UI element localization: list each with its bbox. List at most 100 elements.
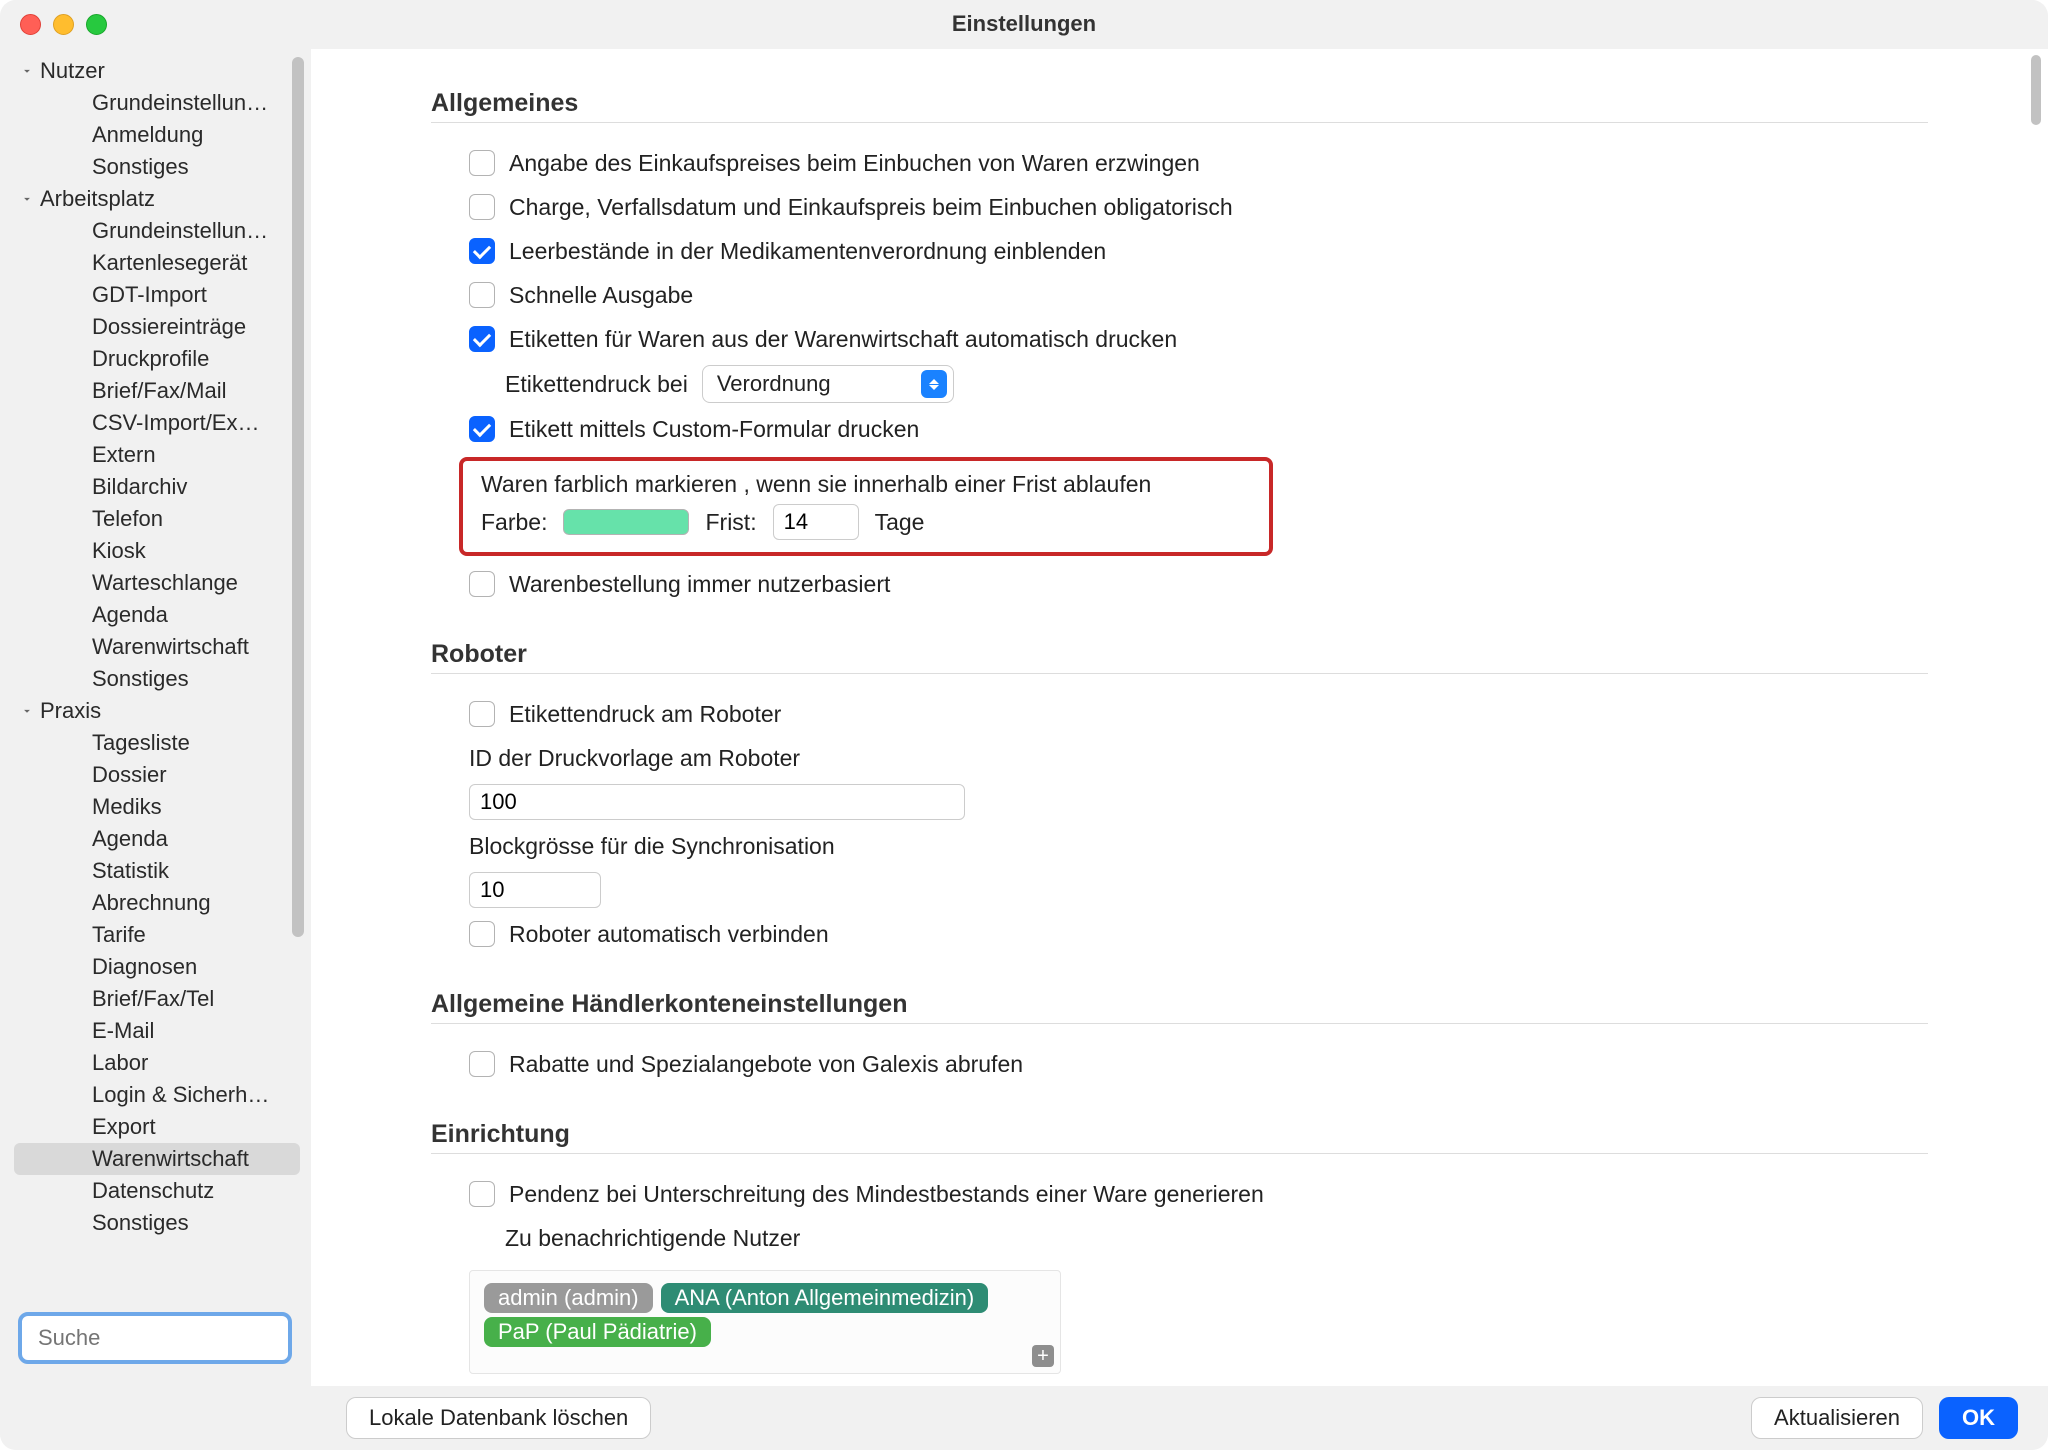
sidebar-item[interactable]: Mediks xyxy=(14,791,300,823)
titlebar: Einstellungen xyxy=(0,0,2048,49)
sidebar-scrollbar[interactable] xyxy=(286,49,310,1386)
section-title: Allgemeines xyxy=(431,89,1928,123)
chevron-down-icon xyxy=(18,62,36,80)
section-roboter: Roboter Etikettendruck am Roboter ID der… xyxy=(431,640,1928,956)
label: Etiketten für Waren aus der Warenwirtsch… xyxy=(509,326,1177,353)
sidebar-item[interactable]: Kartenlesegerät xyxy=(14,247,300,279)
etikettendruck-label: Etikettendruck bei xyxy=(505,371,688,398)
id-druckvorlage-input[interactable] xyxy=(469,784,965,820)
label: Etikettendruck am Roboter xyxy=(509,701,781,728)
sidebar-group-nutzer[interactable]: Nutzer xyxy=(0,55,310,87)
sidebar-item[interactable]: Bildarchiv xyxy=(14,471,300,503)
search-field[interactable] xyxy=(18,1312,292,1364)
sidebar-item[interactable]: Sonstiges xyxy=(14,151,300,183)
blockgroesse-input[interactable] xyxy=(469,872,601,908)
checkbox-einkaufspreis[interactable] xyxy=(469,150,495,176)
sidebar-item[interactable]: Diagnosen xyxy=(14,951,300,983)
id-druckvorlage-label: ID der Druckvorlage am Roboter xyxy=(469,745,800,772)
search-input[interactable] xyxy=(36,1324,328,1352)
sidebar-item[interactable]: Telefon xyxy=(14,503,300,535)
checkbox-etiketten-auto[interactable] xyxy=(469,326,495,352)
label: Pendenz bei Unterschreitung des Mindestb… xyxy=(509,1181,1264,1208)
window-title: Einstellungen xyxy=(0,11,2048,37)
checkbox-galexis[interactable] xyxy=(469,1051,495,1077)
sidebar-item[interactable]: Anmeldung xyxy=(14,119,300,151)
user-tag[interactable]: PaP (Paul Pädiatrie) xyxy=(484,1317,711,1347)
refresh-button[interactable]: Aktualisieren xyxy=(1751,1397,1923,1439)
sidebar-item[interactable]: GDT-Import xyxy=(14,279,300,311)
sidebar-item[interactable]: Brief/Fax/Tel xyxy=(14,983,300,1015)
sidebar-group-arbeitsplatz[interactable]: Arbeitsplatz xyxy=(0,183,310,215)
sidebar-item[interactable]: E-Mail xyxy=(14,1015,300,1047)
section-haendler: Allgemeine Händlerkonteneinstellungen Ra… xyxy=(431,990,1928,1086)
sidebar-item[interactable]: Labor xyxy=(14,1047,300,1079)
sidebar-item[interactable]: Extern xyxy=(14,439,300,471)
add-user-button[interactable]: + xyxy=(1032,1345,1054,1367)
label: Rabatte und Spezialangebote von Galexis … xyxy=(509,1051,1023,1078)
highlighted-expiry-box: Waren farblich markieren , wenn sie inne… xyxy=(459,457,1273,556)
sidebar-item[interactable]: Kiosk xyxy=(14,535,300,567)
section-title: Roboter xyxy=(431,640,1928,674)
content-scrollbar[interactable] xyxy=(2026,51,2046,131)
checkbox-roboter-etikett[interactable] xyxy=(469,701,495,727)
checkbox-leerbestaende[interactable] xyxy=(469,238,495,264)
sidebar-group-label: Praxis xyxy=(40,698,101,724)
sidebar-item[interactable]: Druckprofile xyxy=(14,343,300,375)
notify-users-tags[interactable]: admin (admin) ANA (Anton Allgemeinmedizin… xyxy=(469,1270,1061,1374)
sidebar-item[interactable]: Brief/Fax/Mail xyxy=(14,375,300,407)
tage-label: Tage xyxy=(875,509,925,536)
sidebar-item[interactable]: Dossiereinträge xyxy=(14,311,300,343)
ok-button[interactable]: OK xyxy=(1939,1397,2018,1439)
sidebar-item[interactable]: Abrechnung xyxy=(14,887,300,919)
sidebar-item[interactable]: CSV-Import/Ex… xyxy=(14,407,300,439)
user-tag[interactable]: ANA (Anton Allgemeinmedizin) xyxy=(661,1283,989,1313)
sidebar-item[interactable]: Statistik xyxy=(14,855,300,887)
checkbox-pendenz[interactable] xyxy=(469,1181,495,1207)
color-swatch[interactable] xyxy=(563,509,689,535)
sidebar-item[interactable]: Grundeinstellun… xyxy=(14,87,300,119)
section-title: Einrichtung xyxy=(431,1120,1928,1154)
select-value: Verordnung xyxy=(717,371,831,397)
sidebar-item[interactable]: Agenda xyxy=(14,599,300,631)
sidebar-item[interactable]: Warenwirtschaft xyxy=(14,1143,300,1175)
checkbox-roboter-auto[interactable] xyxy=(469,921,495,947)
section-einrichtung: Einrichtung Pendenz bei Unterschreitung … xyxy=(431,1120,1928,1374)
footer: Lokale Datenbank löschen Aktualisieren O… xyxy=(0,1386,2048,1450)
sidebar-item[interactable]: Export xyxy=(14,1111,300,1143)
label: Angabe des Einkaufspreises beim Einbuche… xyxy=(509,150,1200,177)
sidebar-item[interactable]: Sonstiges xyxy=(14,1207,300,1239)
checkbox-schnelle-ausgabe[interactable] xyxy=(469,282,495,308)
sidebar-item[interactable]: Tarife xyxy=(14,919,300,951)
expiry-caption: Waren farblich markieren , wenn sie inne… xyxy=(481,469,1251,500)
user-tag[interactable]: admin (admin) xyxy=(484,1283,653,1313)
delete-local-db-button[interactable]: Lokale Datenbank löschen xyxy=(346,1397,651,1439)
sidebar-item[interactable]: Warenwirtschaft xyxy=(14,631,300,663)
sidebar-item[interactable]: Warteschlange xyxy=(14,567,300,599)
sidebar-item[interactable]: Datenschutz xyxy=(14,1175,300,1207)
sidebar-item[interactable]: Grundeinstellun… xyxy=(14,215,300,247)
label: Etikett mittels Custom-Formular drucken xyxy=(509,416,919,443)
checkbox-nutzerbasiert[interactable] xyxy=(469,571,495,597)
sidebar-item[interactable]: Agenda xyxy=(14,823,300,855)
chevron-down-icon xyxy=(18,190,36,208)
etikettendruck-select[interactable]: Verordnung xyxy=(702,365,954,403)
sidebar-group-label: Arbeitsplatz xyxy=(40,186,155,212)
preferences-window: Einstellungen NutzerGrundeinstellun…Anme… xyxy=(0,0,2048,1450)
frist-label: Frist: xyxy=(705,509,756,536)
sidebar-item[interactable]: Login & Sicherh… xyxy=(14,1079,300,1111)
label: Schnelle Ausgabe xyxy=(509,282,693,309)
frist-input[interactable] xyxy=(773,504,859,540)
sidebar-item[interactable]: Tagesliste xyxy=(14,727,300,759)
sidebar-item[interactable]: Dossier xyxy=(14,759,300,791)
checkbox-charge[interactable] xyxy=(469,194,495,220)
sidebar: NutzerGrundeinstellun…AnmeldungSonstiges… xyxy=(0,49,311,1386)
label: Warenbestellung immer nutzerbasiert xyxy=(509,571,890,598)
sidebar-item[interactable]: Sonstiges xyxy=(14,663,300,695)
label: Charge, Verfallsdatum und Einkaufspreis … xyxy=(509,194,1233,221)
blockgroesse-label: Blockgrösse für die Synchronisation xyxy=(469,833,835,860)
checkbox-custom-formular[interactable] xyxy=(469,416,495,442)
content-pane: Allgemeines Angabe des Einkaufspreises b… xyxy=(311,49,2048,1386)
notify-users-label: Zu benachrichtigende Nutzer xyxy=(505,1225,800,1252)
sidebar-tree[interactable]: NutzerGrundeinstellun…AnmeldungSonstiges… xyxy=(0,49,310,1300)
sidebar-group-praxis[interactable]: Praxis xyxy=(0,695,310,727)
